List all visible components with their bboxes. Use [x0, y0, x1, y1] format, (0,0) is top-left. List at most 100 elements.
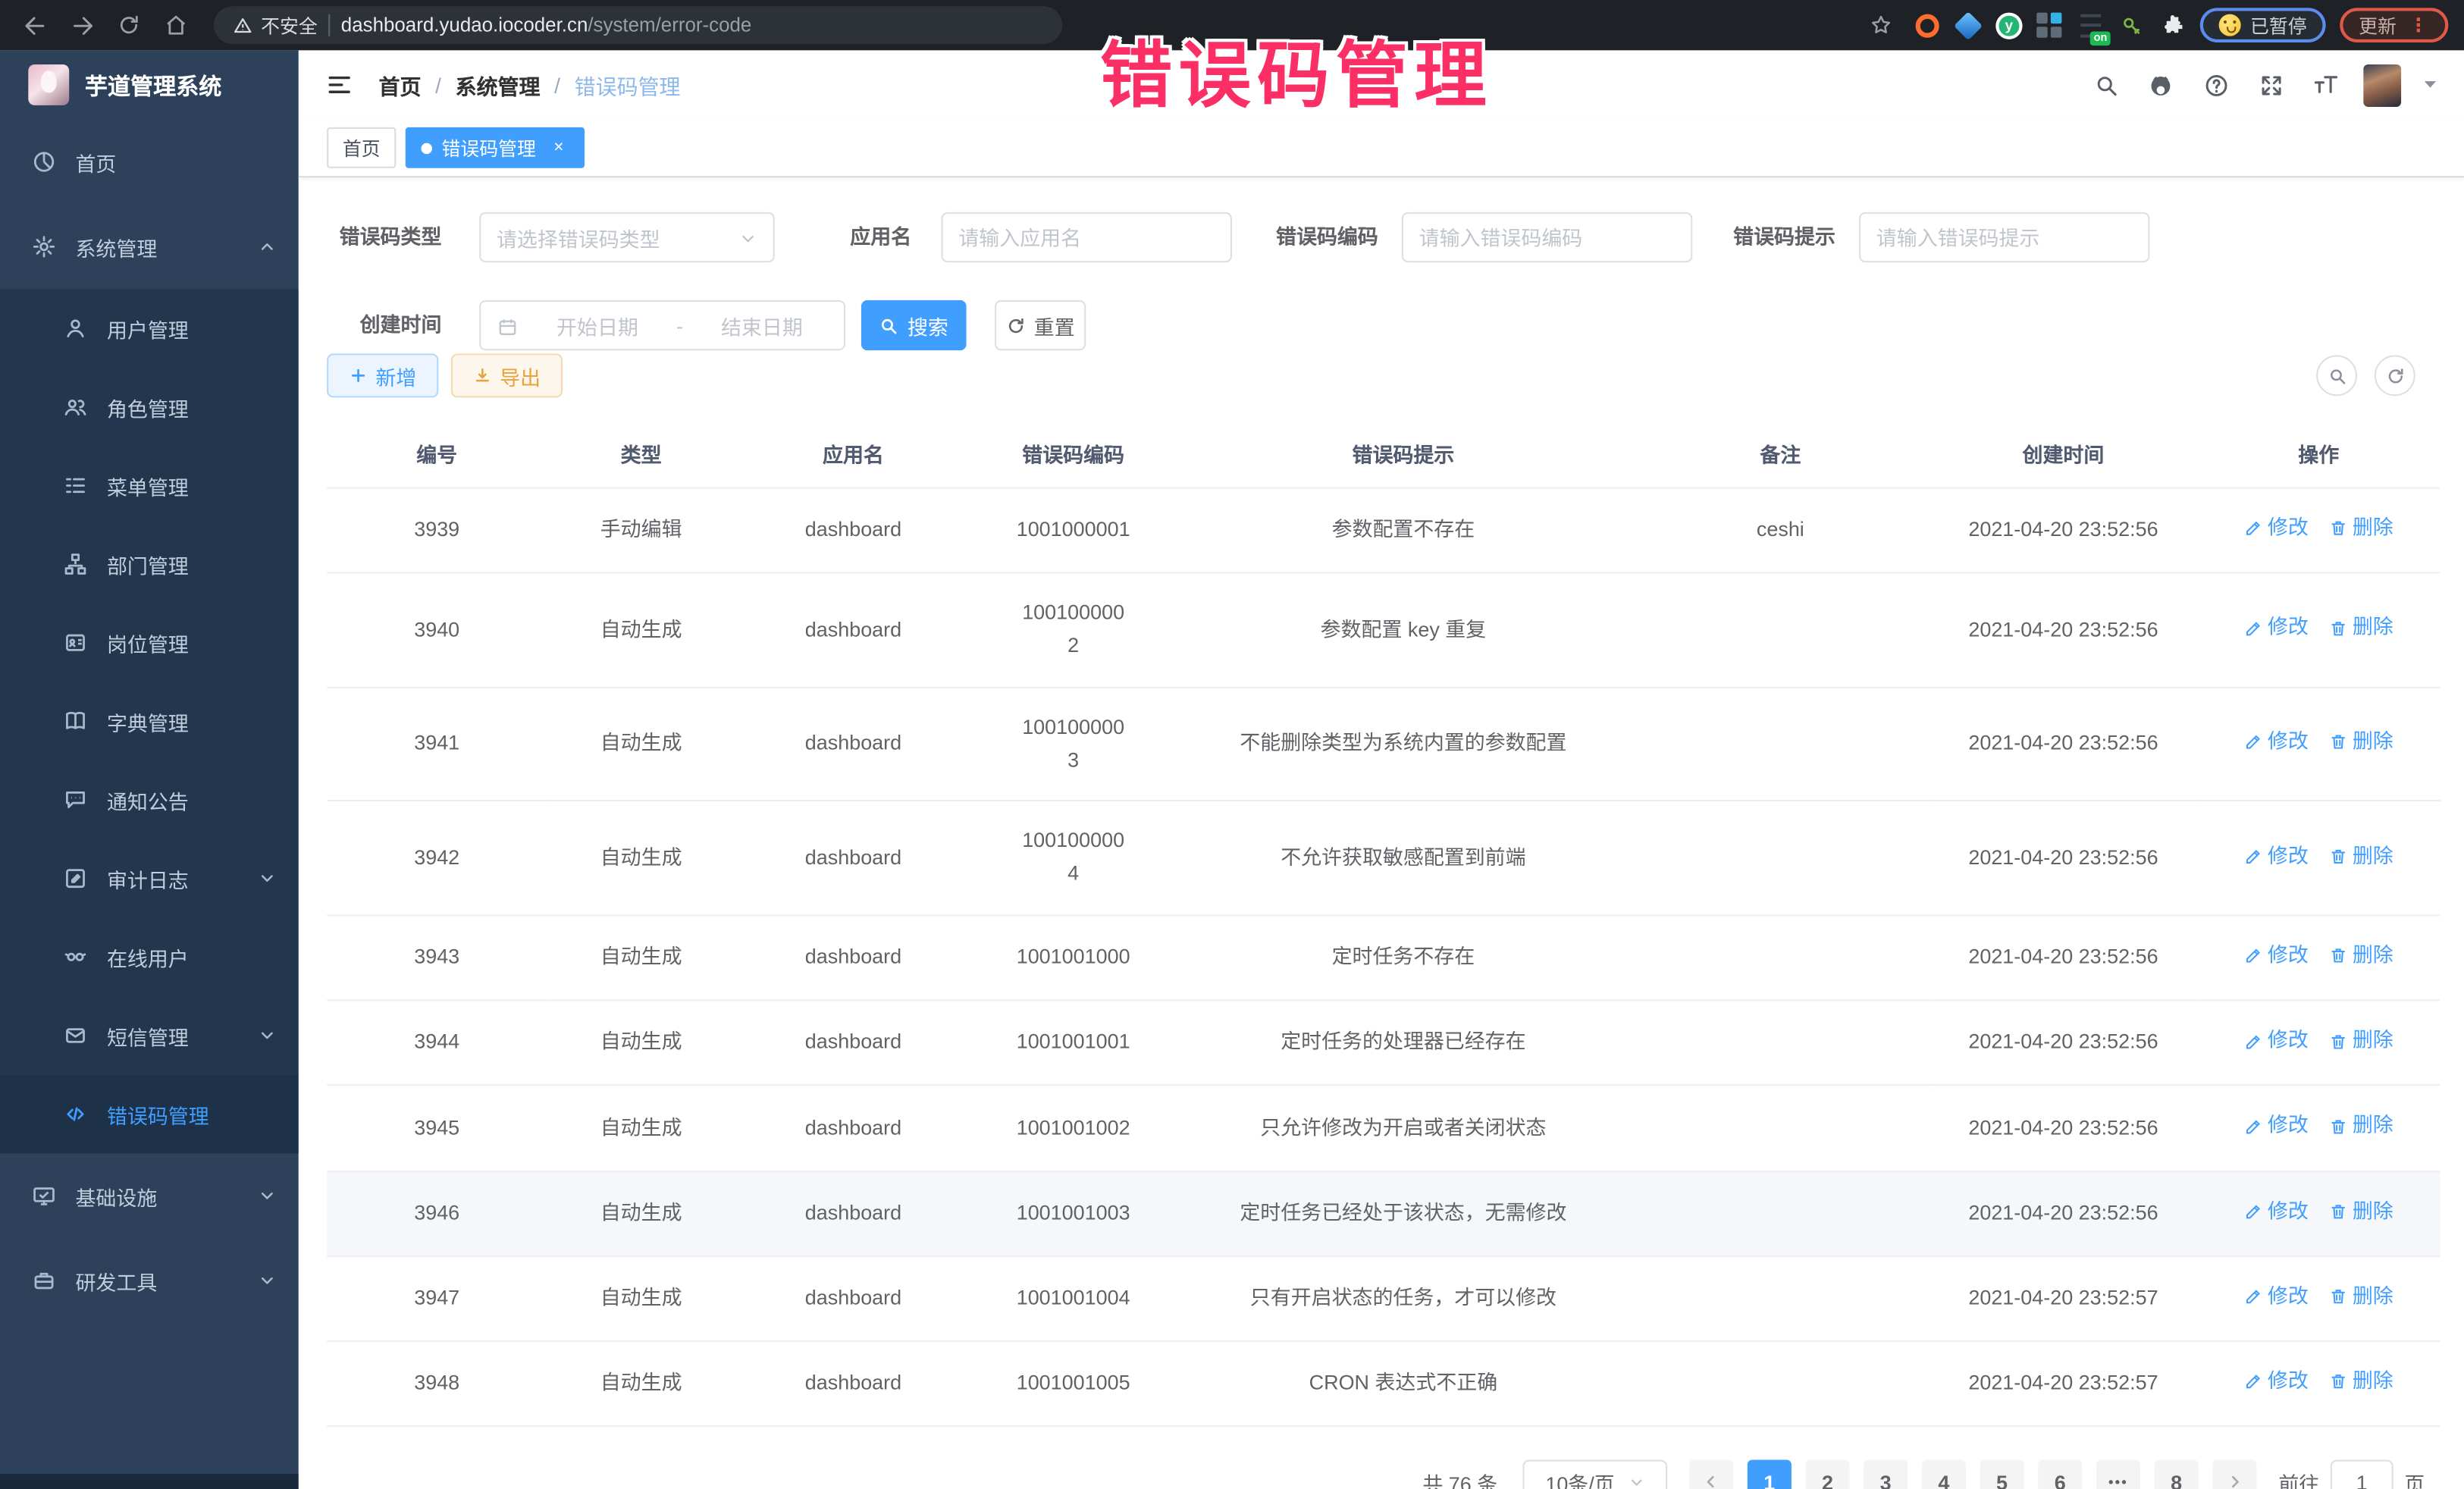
- cell-ops: 修改删除: [2197, 1171, 2440, 1255]
- caret-down-icon[interactable]: [2422, 71, 2439, 99]
- delete-link[interactable]: 删除: [2329, 1110, 2393, 1143]
- extension-green-icon[interactable]: y: [1995, 12, 2022, 39]
- extension-ring-icon[interactable]: [1914, 12, 1940, 39]
- app-name-field[interactable]: [942, 212, 1232, 262]
- paused-badge[interactable]: 已暂停: [2200, 8, 2326, 42]
- page-button-3[interactable]: 3: [1864, 1460, 1908, 1489]
- tab-close-icon[interactable]: ×: [548, 137, 569, 158]
- text-size-icon[interactable]: [2309, 67, 2343, 102]
- hamburger-icon[interactable]: [325, 71, 353, 99]
- sidebar-item-system[interactable]: 系统管理: [0, 204, 299, 289]
- trash-icon: [2329, 1032, 2348, 1051]
- next-page-button[interactable]: [2212, 1460, 2256, 1489]
- delete-link[interactable]: 删除: [2329, 1365, 2393, 1398]
- sidebar-item-menus[interactable]: 菜单管理: [0, 447, 299, 525]
- page-button-2[interactable]: 2: [1805, 1460, 1849, 1489]
- back-icon[interactable]: [16, 6, 54, 44]
- error-type-select[interactable]: 请选择错误码类型: [479, 212, 775, 262]
- export-button[interactable]: 导出: [451, 353, 563, 397]
- cell-code: 100100000 4: [971, 801, 1175, 915]
- sidebar-item-home[interactable]: 首页: [0, 120, 299, 205]
- edit-link[interactable]: 修改: [2244, 939, 2309, 972]
- cell-app: dashboard: [735, 915, 971, 1000]
- home-icon[interactable]: [157, 6, 195, 44]
- tab-error-code[interactable]: 错误码管理 ×: [406, 127, 585, 168]
- sidebar-item-dev-tools[interactable]: 研发工具: [0, 1238, 299, 1323]
- page-button-8[interactable]: 8: [2155, 1460, 2199, 1489]
- delete-link[interactable]: 删除: [2329, 840, 2393, 873]
- sidebar-item-posts[interactable]: 岗位管理: [0, 603, 299, 682]
- reset-button[interactable]: 重置: [995, 300, 1086, 350]
- address-bar[interactable]: 不安全 dashboard.yudao.iocoder.cn/system/er…: [214, 6, 1062, 44]
- github-icon[interactable]: [2143, 67, 2178, 102]
- edit-link[interactable]: 修改: [2244, 726, 2309, 759]
- goto-page-input[interactable]: [2331, 1460, 2393, 1489]
- prev-page-button[interactable]: [1689, 1460, 1733, 1489]
- delete-link[interactable]: 删除: [2329, 939, 2393, 972]
- edit-link[interactable]: 修改: [2244, 1195, 2309, 1227]
- sidebar-item-roles[interactable]: 角色管理: [0, 368, 299, 447]
- download-icon: [473, 366, 492, 385]
- breadcrumb-system[interactable]: 系统管理: [456, 69, 541, 100]
- sidebar-item-online-users[interactable]: 在线用户: [0, 917, 299, 996]
- delete-link[interactable]: 删除: [2329, 1281, 2393, 1313]
- sidebar-item-dict[interactable]: 字典管理: [0, 682, 299, 761]
- date-range-picker[interactable]: 开始日期 - 结束日期: [479, 300, 845, 350]
- update-button[interactable]: 更新 ⋮: [2340, 8, 2448, 42]
- edit-link[interactable]: 修改: [2244, 1365, 2309, 1398]
- error-code-input[interactable]: [1419, 225, 1676, 249]
- app-logo[interactable]: 芋道管理系统: [0, 50, 299, 119]
- more-menu-icon[interactable]: ⋮: [2409, 14, 2429, 36]
- extension-key-icon[interactable]: [2118, 12, 2145, 39]
- help-icon[interactable]: [2199, 67, 2234, 102]
- sidebar-item-audit-log[interactable]: 审计日志: [0, 839, 299, 918]
- error-hint-input[interactable]: [1876, 225, 2133, 249]
- search-button[interactable]: 搜索: [861, 300, 967, 350]
- page-size-select[interactable]: 10条/页: [1522, 1460, 1667, 1489]
- reload-icon[interactable]: [110, 6, 148, 44]
- search-icon[interactable]: [2089, 67, 2124, 102]
- cell-code: 1001001001: [971, 1001, 1175, 1086]
- fullscreen-icon[interactable]: [2253, 67, 2288, 102]
- page-button-5[interactable]: 5: [1980, 1460, 2024, 1489]
- tab-home[interactable]: 首页: [327, 127, 396, 168]
- edit-link[interactable]: 修改: [2244, 513, 2309, 545]
- edit-link[interactable]: 修改: [2244, 1281, 2309, 1313]
- delete-link[interactable]: 删除: [2329, 1025, 2393, 1058]
- edit-link[interactable]: 修改: [2244, 840, 2309, 873]
- add-button[interactable]: 新增: [327, 353, 438, 397]
- edit-link[interactable]: 修改: [2244, 612, 2309, 644]
- page-button-1[interactable]: 1: [1748, 1460, 1792, 1489]
- sidebar-item-users[interactable]: 用户管理: [0, 289, 299, 368]
- edit-link[interactable]: 修改: [2244, 1025, 2309, 1058]
- page-button-6[interactable]: 6: [2038, 1460, 2082, 1489]
- main-panel: 首页 / 系统管理 / 错误码管理 首页: [299, 50, 2464, 1489]
- app-name-input[interactable]: [958, 225, 1215, 249]
- extension-gem-icon[interactable]: [1955, 12, 1981, 39]
- sidebar-item-error-code[interactable]: 错误码管理: [0, 1075, 299, 1154]
- forward-icon[interactable]: [63, 6, 101, 44]
- sidebar-item-infra[interactable]: 基础设施: [0, 1153, 299, 1238]
- refresh-table-button[interactable]: [2375, 355, 2415, 396]
- toggle-search-button[interactable]: [2316, 355, 2357, 396]
- delete-link[interactable]: 删除: [2329, 1195, 2393, 1227]
- sidebar-item-departments[interactable]: 部门管理: [0, 525, 299, 603]
- sidebar-item-sms[interactable]: 短信管理: [0, 996, 299, 1075]
- sidebar-item-notice[interactable]: 通知公告: [0, 760, 299, 839]
- breadcrumb-home[interactable]: 首页: [379, 69, 422, 100]
- extension-on-icon[interactable]: on: [2077, 14, 2104, 37]
- delete-link[interactable]: 删除: [2329, 612, 2393, 644]
- bookmark-star-icon[interactable]: [1862, 6, 1900, 44]
- delete-link[interactable]: 删除: [2329, 726, 2393, 759]
- security-warning[interactable]: 不安全: [233, 12, 318, 39]
- error-code-field[interactable]: [1402, 212, 1692, 262]
- extension-grid-icon[interactable]: [2036, 12, 2063, 39]
- avatar[interactable]: [2363, 64, 2401, 106]
- error-hint-field[interactable]: [1859, 212, 2149, 262]
- edit-link[interactable]: 修改: [2244, 1110, 2309, 1143]
- delete-link[interactable]: 删除: [2329, 513, 2393, 545]
- extension-puzzle-icon[interactable]: [2159, 12, 2186, 39]
- edit-icon: [2244, 1287, 2263, 1306]
- page-button-4[interactable]: 4: [1922, 1460, 1966, 1489]
- more-pages-button[interactable]: •••: [2096, 1460, 2140, 1489]
